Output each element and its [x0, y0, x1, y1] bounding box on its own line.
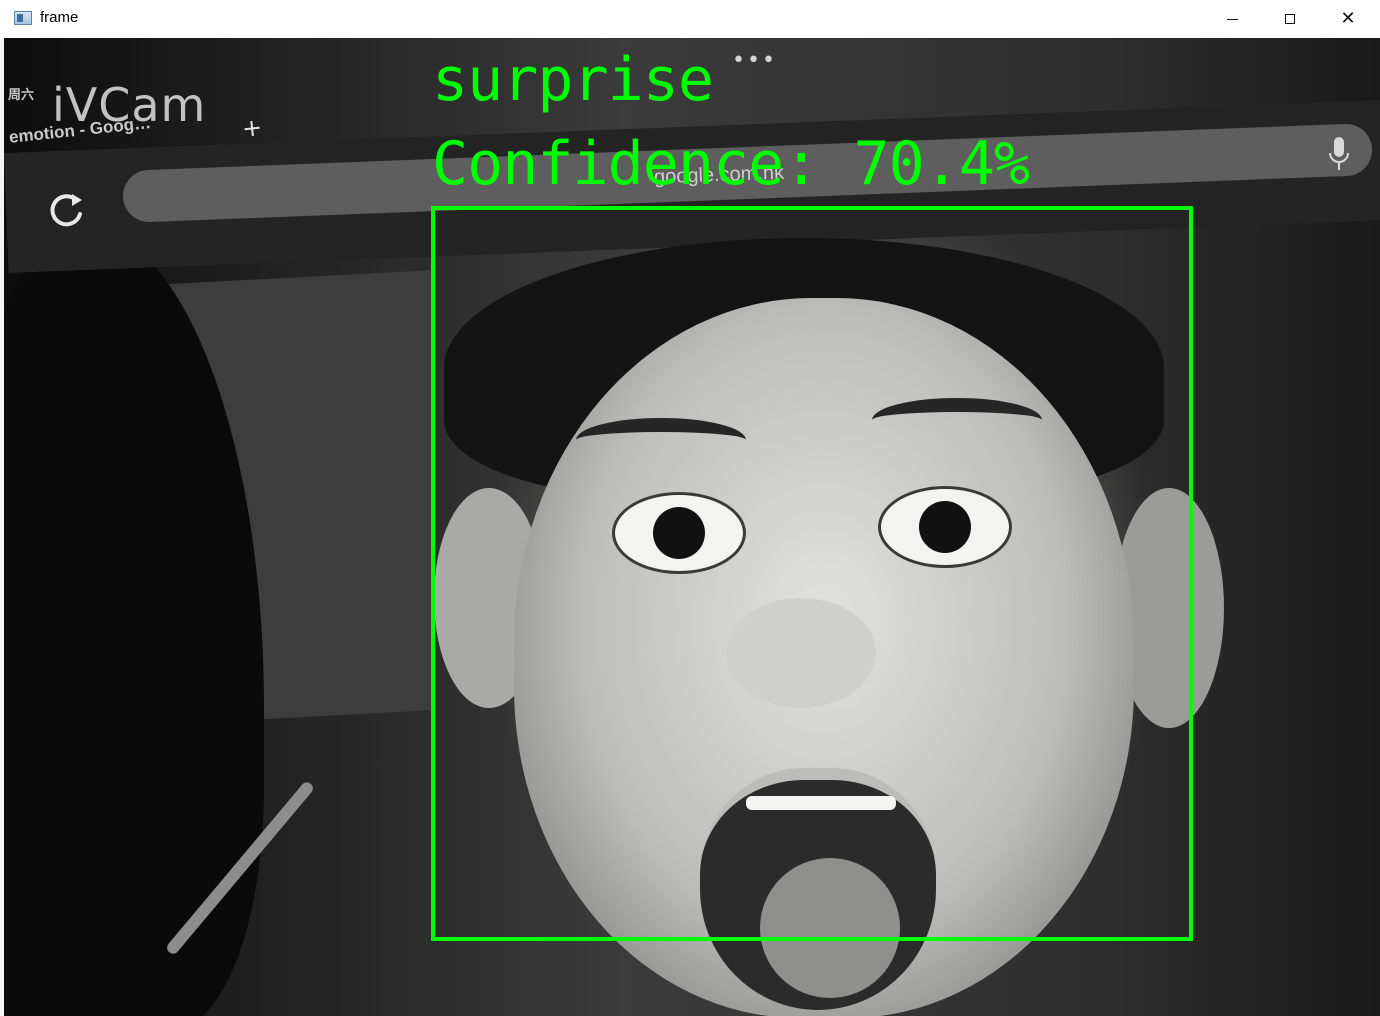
close-icon: ✕	[1340, 8, 1356, 29]
new-tab-icon: +	[240, 113, 264, 143]
reload-icon	[50, 194, 82, 227]
app-icon	[14, 11, 32, 25]
video-frame: 周六 emotion - Goog… + iVCam ••• google.co…	[4, 38, 1380, 1016]
emotion-label: surprise	[432, 45, 714, 115]
confidence-label: Confidence: 70.4%	[432, 129, 1030, 199]
photographed-weekday: 周六	[8, 88, 35, 103]
window-title: frame	[40, 9, 79, 26]
face-bounding-box	[431, 206, 1193, 941]
minimize-button[interactable]	[1203, 0, 1261, 38]
more-icon: •••	[732, 48, 777, 73]
maximize-button[interactable]	[1261, 0, 1319, 38]
ivcam-watermark: iVCam	[52, 78, 207, 132]
microphone-icon	[1329, 137, 1349, 170]
title-bar: frame ✕	[0, 0, 1380, 39]
close-button[interactable]: ✕	[1319, 0, 1377, 38]
maximize-icon	[1285, 14, 1295, 24]
minimize-icon	[1226, 18, 1238, 20]
